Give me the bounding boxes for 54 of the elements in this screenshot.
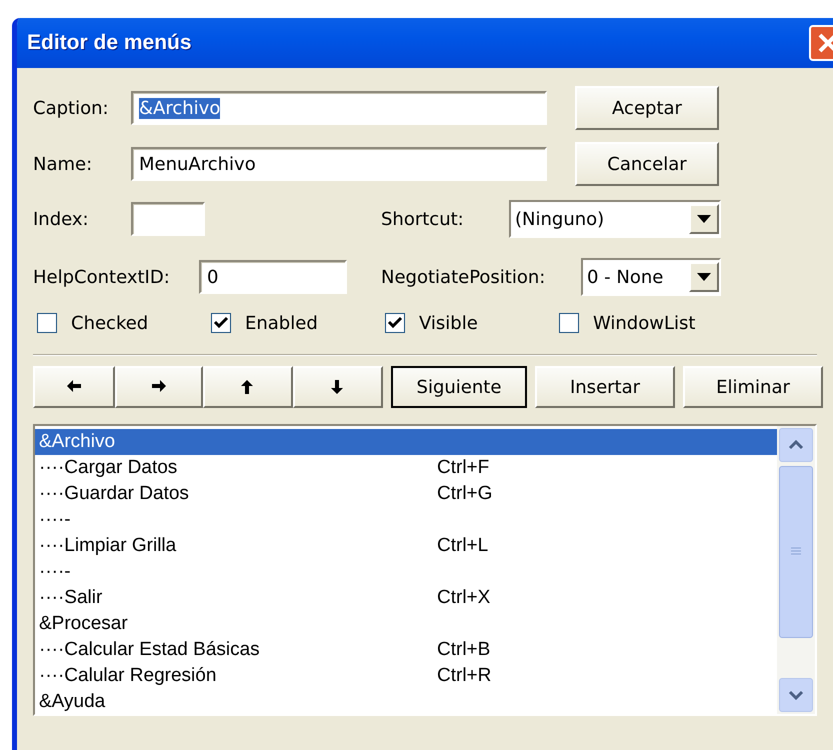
action-button[interactable]: Siguiente bbox=[391, 366, 527, 408]
left-arrow-button[interactable] bbox=[33, 366, 115, 408]
cancel-button[interactable]: Cancelar bbox=[575, 142, 719, 186]
window-title: Editor de menús bbox=[27, 31, 193, 55]
menu-list-item[interactable]: ····Calular Regresión Ctrl+R bbox=[35, 663, 777, 689]
checkbox-label: Enabled bbox=[245, 312, 318, 334]
checkbox[interactable] bbox=[37, 313, 57, 333]
down-arrow-icon bbox=[330, 379, 346, 395]
scroll-down-button[interactable] bbox=[779, 678, 813, 712]
scroll-up-button[interactable] bbox=[779, 428, 813, 462]
chevron-up-icon bbox=[788, 440, 804, 450]
dropdown-arrow-icon bbox=[697, 273, 711, 281]
scrollbar[interactable] bbox=[777, 426, 815, 714]
shortcut-dropdown[interactable]: (Ninguno) bbox=[509, 200, 721, 238]
caption-field[interactable]: &Archivo bbox=[131, 91, 547, 125]
help-context-id-field[interactable]: 0 bbox=[199, 260, 347, 294]
checkbox[interactable] bbox=[211, 313, 231, 333]
checkbox[interactable] bbox=[559, 313, 579, 333]
down-arrow-button[interactable] bbox=[293, 366, 383, 408]
index-label: Index: bbox=[33, 208, 90, 230]
menu-list-item[interactable]: ····Cargar Datos Ctrl+F bbox=[35, 455, 777, 481]
right-arrow-icon bbox=[151, 379, 167, 395]
up-arrow-icon bbox=[240, 379, 256, 395]
menu-list-item[interactable]: ····Limpiar Grilla Ctrl+L bbox=[35, 533, 777, 559]
up-arrow-button[interactable] bbox=[203, 366, 293, 408]
name-field[interactable]: MenuArchivo bbox=[131, 147, 547, 181]
ok-button[interactable]: Aceptar bbox=[575, 86, 719, 130]
index-field[interactable] bbox=[131, 202, 205, 236]
shortcut-label: Shortcut: bbox=[381, 208, 465, 230]
dropdown-arrow-icon bbox=[697, 215, 711, 223]
menu-list-item[interactable]: ····Salir Ctrl+X bbox=[35, 585, 777, 611]
menu-list-item[interactable]: ····Calcular Estad Básicas Ctrl+B bbox=[35, 637, 777, 663]
caption-label: Caption: bbox=[33, 98, 110, 118]
menu-list-item[interactable]: ····- bbox=[35, 507, 777, 533]
checkbox-label: Checked bbox=[71, 312, 148, 334]
checkbox-label: Visible bbox=[419, 312, 478, 334]
close-icon bbox=[817, 32, 833, 54]
menu-list-item[interactable]: &Archivo bbox=[35, 429, 777, 455]
action-button[interactable]: Eliminar bbox=[683, 366, 823, 408]
negotiate-position-label: NegotiatePosition: bbox=[381, 266, 546, 288]
checkbox[interactable] bbox=[385, 313, 405, 333]
menu-list-item[interactable]: ····- bbox=[35, 559, 777, 585]
help-context-id-label: HelpContextID: bbox=[33, 266, 171, 288]
negotiate-position-dropdown[interactable]: 0 - None bbox=[581, 258, 721, 296]
name-label: Name: bbox=[33, 154, 94, 174]
checkbox-label: WindowList bbox=[593, 312, 696, 334]
chevron-down-icon bbox=[788, 690, 804, 700]
caption-value: &Archivo bbox=[139, 98, 220, 118]
menu-list-item[interactable]: ····Guardar Datos Ctrl+G bbox=[35, 481, 777, 507]
menu-list-item[interactable]: &Ayuda bbox=[35, 689, 777, 715]
right-arrow-button[interactable] bbox=[115, 366, 203, 408]
scroll-thumb[interactable] bbox=[779, 466, 813, 638]
action-button[interactable]: Insertar bbox=[535, 366, 675, 408]
menu-list-item[interactable]: &Procesar bbox=[35, 611, 777, 637]
